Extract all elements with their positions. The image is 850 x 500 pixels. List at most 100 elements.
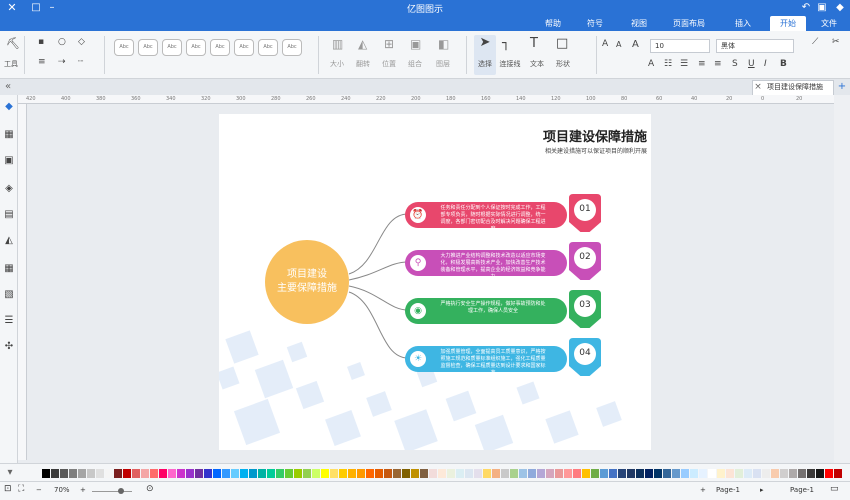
color-swatch[interactable]: [429, 469, 437, 478]
color-swatch[interactable]: [177, 469, 185, 478]
color-swatch[interactable]: [366, 469, 374, 478]
zoom-fit-icon[interactable]: ⊙: [146, 484, 154, 494]
shadow-icon[interactable]: ▪: [38, 37, 44, 47]
color-swatch[interactable]: [573, 469, 581, 478]
color-swatch[interactable]: [492, 469, 500, 478]
color-swatch[interactable]: [96, 469, 104, 478]
line-style-icon[interactable]: ┈: [78, 57, 83, 67]
color-swatch[interactable]: [753, 469, 761, 478]
color-swatch[interactable]: [555, 469, 563, 478]
tool-icon[interactable]: ⛏: [6, 37, 20, 50]
style-preset-1[interactable]: Abc: [282, 39, 302, 56]
zoom-level[interactable]: 70%: [54, 486, 70, 494]
undo-icon[interactable]: ↶: [800, 2, 812, 14]
color-swatch[interactable]: [51, 469, 59, 478]
color-swatch[interactable]: [636, 469, 644, 478]
color-swatch[interactable]: [258, 469, 266, 478]
save-icon[interactable]: ▣: [816, 2, 828, 14]
strikethrough-icon[interactable]: S: [732, 59, 738, 69]
fill-icon[interactable]: ◇: [78, 37, 85, 47]
connector-icon[interactable]: ┐: [502, 36, 510, 51]
color-swatch[interactable]: [690, 469, 698, 478]
shape-icon[interactable]: □: [556, 36, 568, 51]
color-swatch[interactable]: [438, 469, 446, 478]
color-swatch[interactable]: [231, 469, 239, 478]
chart-panel-icon[interactable]: ◭: [3, 235, 15, 247]
color-swatch[interactable]: [150, 469, 158, 478]
color-swatch[interactable]: [348, 469, 356, 478]
page-panel-icon[interactable]: ▤: [3, 209, 15, 221]
arrow-style-icon[interactable]: ⇢: [58, 57, 66, 67]
fill-panel-icon[interactable]: ◆: [3, 101, 15, 113]
close-tab-icon[interactable]: ×: [752, 81, 764, 93]
color-swatch[interactable]: [699, 469, 707, 478]
color-swatch[interactable]: [780, 469, 788, 478]
text-tool-icon[interactable]: T: [530, 36, 538, 51]
color-swatch[interactable]: [825, 469, 833, 478]
color-swatch[interactable]: [60, 469, 68, 478]
color-swatch[interactable]: [519, 469, 527, 478]
page-list-icon[interactable]: ▭: [830, 484, 839, 494]
font-color-icon[interactable]: A: [648, 59, 654, 69]
menu-home[interactable]: 开始: [770, 16, 806, 31]
color-swatch[interactable]: [726, 469, 734, 478]
color-swatch[interactable]: [240, 469, 248, 478]
page-nav-icon[interactable]: ▸: [760, 486, 764, 494]
color-swatch[interactable]: [222, 469, 230, 478]
diagram-page[interactable]: 项目建设保障措施 相关建设措施可以保证项目的顺利开展 项目建设 主要保障措施 任…: [219, 114, 651, 450]
new-tab-icon[interactable]: +: [836, 81, 848, 93]
mindmap-panel-icon[interactable]: ✣: [3, 341, 15, 353]
color-swatch[interactable]: [834, 469, 842, 478]
menu-insert[interactable]: 插入: [728, 16, 758, 31]
color-swatch[interactable]: [762, 469, 770, 478]
zoom-slider-handle[interactable]: [118, 488, 124, 494]
color-swatch[interactable]: [393, 469, 401, 478]
font-grow-icon[interactable]: A: [632, 39, 639, 50]
fullscreen-icon[interactable]: ⛶: [18, 484, 24, 494]
color-swatch[interactable]: [708, 469, 716, 478]
color-swatch[interactable]: [456, 469, 464, 478]
color-swatch[interactable]: [294, 469, 302, 478]
align-left-icon[interactable]: ≡: [714, 59, 722, 69]
menu-view[interactable]: 视图: [624, 16, 654, 31]
color-swatch[interactable]: [672, 469, 680, 478]
color-swatch[interactable]: [411, 469, 419, 478]
color-swatch[interactable]: [384, 469, 392, 478]
color-swatch[interactable]: [816, 469, 824, 478]
color-swatch[interactable]: [807, 469, 815, 478]
color-swatch[interactable]: [582, 469, 590, 478]
page-tab[interactable]: Page-1: [790, 486, 814, 494]
color-swatch[interactable]: [186, 469, 194, 478]
font-family-select[interactable]: 黑体: [716, 39, 794, 53]
style-preset-7[interactable]: Abc: [138, 39, 158, 56]
paste-icon[interactable]: ✂: [832, 37, 840, 47]
color-swatch[interactable]: [276, 469, 284, 478]
color-swatch[interactable]: [159, 469, 167, 478]
topic-bar-1[interactable]: 任务和责任分配到个人保证按时完成工作，工程部专项负责，随时根据实际情况进行调整，…: [405, 202, 567, 228]
color-swatch[interactable]: [645, 469, 653, 478]
color-swatch[interactable]: [87, 469, 95, 478]
color-swatch[interactable]: [546, 469, 554, 478]
color-swatch[interactable]: [465, 469, 473, 478]
shapes-panel-icon[interactable]: ▦: [3, 129, 15, 141]
layers-panel-icon[interactable]: ◈: [3, 183, 15, 195]
style-preset-2[interactable]: Abc: [258, 39, 278, 56]
color-swatch[interactable]: [483, 469, 491, 478]
flip-icon[interactable]: ◭: [358, 37, 367, 51]
topic-bar-3[interactable]: 严格执行安全生产操作规程，做好事故预防和处理工作，确保人员安全: [405, 298, 567, 324]
color-swatch[interactable]: [654, 469, 662, 478]
menu-help[interactable]: 帮助: [538, 16, 568, 31]
menu-symbols[interactable]: 符号: [580, 16, 610, 31]
color-swatch[interactable]: [267, 469, 275, 478]
position-icon[interactable]: ⊞: [384, 37, 394, 51]
color-swatch[interactable]: [474, 469, 482, 478]
topic-bar-4[interactable]: 加强质量管理，全面提高员工质量意识，严格按照施工规范和质量标准组织施工，强化工程…: [405, 346, 567, 372]
style-preset-6[interactable]: Abc: [162, 39, 182, 56]
align-center-icon[interactable]: ≡: [698, 59, 706, 69]
data-panel-icon[interactable]: ▧: [3, 289, 15, 301]
color-swatch[interactable]: [321, 469, 329, 478]
bullet-list-icon[interactable]: ☰: [680, 59, 688, 69]
color-swatch[interactable]: [195, 469, 203, 478]
palette-menu-icon[interactable]: ▾: [4, 467, 16, 479]
color-swatch[interactable]: [744, 469, 752, 478]
